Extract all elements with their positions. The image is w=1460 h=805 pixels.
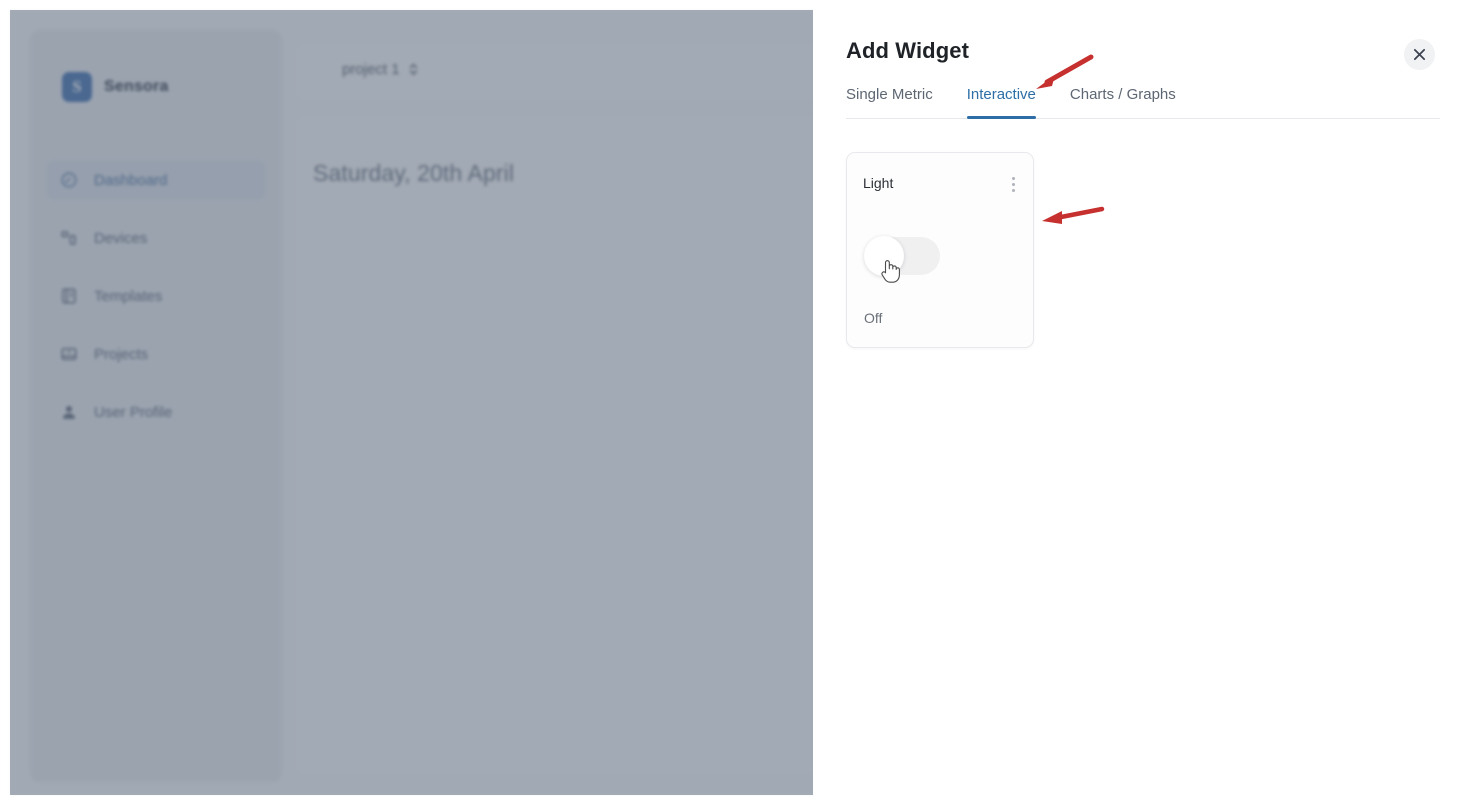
devices-icon [60, 229, 78, 247]
page-date-heading: Saturday, 20th April [313, 160, 515, 186]
dashboard-content [295, 115, 813, 775]
sidebar-item-user-profile[interactable]: User Profile [46, 392, 266, 432]
project-selector[interactable]: project 1 [342, 61, 419, 78]
chevron-updown-icon [408, 62, 419, 77]
tab-single-metric[interactable]: Single Metric [846, 86, 933, 118]
background-app: S Sensora Dashboard Devices Templates Pr… [0, 0, 813, 805]
panel-title: Add Widget [846, 38, 969, 63]
topbar: project 1 [295, 43, 813, 101]
annotation-1-arrow-icon [1036, 54, 1094, 89]
screen: S Sensora Dashboard Devices Templates Pr… [0, 0, 1460, 805]
sidebar-item-label: Devices [94, 229, 148, 247]
sidebar-item-label: Projects [94, 345, 149, 363]
mouse-cursor-pointer-icon [879, 258, 901, 284]
brand-logo-icon: S [62, 72, 92, 102]
sidebar: S Sensora Dashboard Devices Templates Pr… [30, 30, 282, 782]
annotation-2-arrow-icon [1042, 206, 1105, 224]
widget-option-switch[interactable]: Light Off [846, 152, 1034, 348]
widget-card-header: Light [863, 175, 1019, 194]
sidebar-nav: Dashboard Devices Templates Projects Use… [46, 160, 266, 450]
gauge-icon [60, 171, 78, 189]
widget-title: Light [863, 175, 894, 191]
sidebar-item-label: Templates [94, 287, 163, 305]
sidebar-item-devices[interactable]: Devices [46, 218, 266, 258]
kebab-menu-icon[interactable] [1008, 175, 1019, 194]
project-selector-label: project 1 [342, 61, 400, 78]
brand-name: Sensora [104, 78, 169, 95]
brand: S Sensora [62, 72, 169, 102]
widget-category-tabs: Single Metric Interactive Charts / Graph… [846, 86, 1440, 119]
toggle-state-label: Off [864, 310, 883, 326]
projects-icon [60, 345, 78, 363]
sidebar-item-dashboard[interactable]: Dashboard [46, 160, 266, 200]
sidebar-item-label: Dashboard [94, 171, 168, 189]
close-button[interactable] [1404, 39, 1435, 70]
toggle-switch[interactable] [864, 236, 940, 276]
sidebar-item-projects[interactable]: Projects [46, 334, 266, 374]
app-canvas: S Sensora Dashboard Devices Templates Pr… [10, 10, 813, 795]
add-widget-panel: Add Widget Single Metric Interactive Cha… [813, 0, 1460, 805]
templates-icon [60, 287, 78, 305]
user-icon [60, 403, 78, 421]
close-icon [1413, 48, 1426, 61]
sidebar-item-templates[interactable]: Templates [46, 276, 266, 316]
sidebar-item-label: User Profile [94, 403, 173, 421]
